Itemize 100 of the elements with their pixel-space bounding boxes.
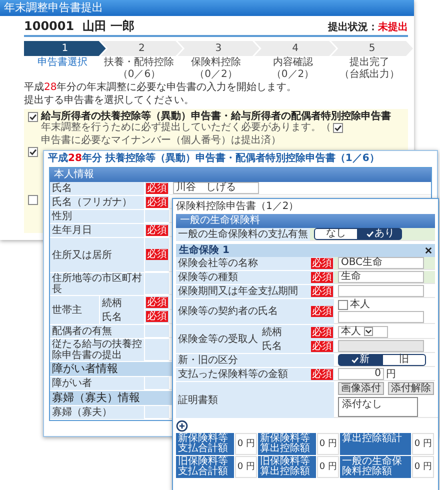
- summary-label: 一般の生命保険料控除額: [340, 456, 411, 478]
- summary-label: 旧保険料等支払合計額: [176, 456, 234, 478]
- field-label: 氏名: [50, 182, 145, 195]
- toggle-option[interactable]: なし: [314, 228, 358, 240]
- text-field[interactable]: [338, 285, 424, 297]
- field-label: 氏名（フリガナ）: [50, 196, 145, 209]
- step-label: 内容確認: [272, 57, 313, 68]
- step-label: 提出完了: [350, 57, 390, 68]
- required-badge: 必須: [146, 311, 168, 322]
- field-label: 支払った保険料等の金額: [176, 368, 310, 381]
- form-title: 平成28年分 扶養控除等（異動）申告書・配偶者特別控除申告書（1／6）: [47, 152, 380, 166]
- section-header: 一般の生命保険料: [176, 214, 435, 228]
- summary-value: 0 円: [317, 456, 339, 478]
- step-count: （0／6）: [118, 69, 161, 80]
- required-badge: 必須: [146, 224, 168, 236]
- field-label: 保険等の種類: [176, 271, 310, 284]
- step-indicator: 1: [24, 41, 106, 56]
- step-label: 扶養・配特控除: [104, 57, 174, 68]
- field-label: 障がい者: [50, 377, 145, 390]
- attachment-button[interactable]: 添付解除: [388, 382, 434, 395]
- text-field[interactable]: 生命: [338, 271, 424, 283]
- field-label: 証明書類: [176, 382, 310, 418]
- employee-name: 100001 山田 一郎: [24, 19, 135, 33]
- field-label: 性別: [50, 210, 145, 223]
- status-label: 提出状況：: [328, 22, 378, 33]
- field-label: 生年月日: [50, 224, 145, 237]
- step-label: 保険料控除: [190, 57, 241, 68]
- step-indicator: 4: [254, 41, 336, 56]
- field-label: 氏名: [100, 310, 145, 324]
- step-count: （台紙出力）: [340, 69, 400, 80]
- required-badge: 必須: [146, 196, 168, 208]
- summary-value: 0 円: [235, 456, 257, 478]
- field-label: 寡婦（寡夫）: [50, 406, 145, 419]
- select-field[interactable]: 本人: [338, 326, 388, 338]
- step-label: 申告書選択: [37, 57, 88, 68]
- summary-label: 算出控除額計: [340, 433, 411, 455]
- summary-label: 新保険料等支払合計額: [176, 433, 234, 455]
- checkbox[interactable]: [333, 123, 343, 133]
- caret-icon: [364, 327, 373, 336]
- required-badge: 必須: [311, 272, 333, 283]
- summary-value: 0 円: [235, 433, 257, 455]
- summary-label: 新保険料等算出控除額: [258, 433, 316, 455]
- section-header: 本人情報: [50, 168, 431, 182]
- checkbox-label: 本人: [350, 299, 370, 310]
- field-label: 一般の生命保険料の支払有無: [176, 228, 310, 241]
- checkbox[interactable]: [338, 300, 348, 310]
- field-label: 新・旧の区分: [176, 354, 310, 367]
- note-text: 申告書に必要なマイナンバー（個人番号）は提出済）: [41, 135, 281, 146]
- section-title: 生命保険 1: [179, 245, 230, 256]
- toggle-option[interactable]: 新: [338, 354, 382, 366]
- text-field[interactable]: OBC生命: [338, 257, 424, 269]
- required-badge: 必須: [146, 297, 168, 308]
- checkbox[interactable]: [28, 195, 38, 205]
- required-badge: 必須: [146, 182, 168, 194]
- window-title: 保険料控除申告書（1／2）: [175, 200, 300, 214]
- amount-field[interactable]: 0: [338, 368, 384, 380]
- required-badge: 必須: [146, 249, 168, 260]
- check-icon: [366, 230, 374, 238]
- field-label: 続柄: [100, 296, 145, 310]
- required-badge: 必須: [311, 340, 333, 352]
- required-badge: 必須: [311, 369, 333, 380]
- attachment-button[interactable]: 画像添付: [338, 382, 384, 395]
- step-indicator: 5: [331, 41, 413, 56]
- required-badge: 必須: [311, 286, 333, 297]
- field-label: 保険期間又は年金支払期間: [176, 285, 310, 298]
- summary-label: 旧保険料等算出控除額: [258, 456, 316, 478]
- field-label: 保険会社等の名称: [176, 257, 310, 270]
- checkbox[interactable]: [28, 147, 38, 157]
- step-indicator: 3: [178, 41, 260, 56]
- check-icon: [350, 356, 358, 364]
- field-label: 配偶者の有無: [50, 325, 145, 338]
- status-value: 未提出: [378, 22, 408, 33]
- text-field[interactable]: [338, 311, 424, 323]
- window-title: 年末調整申告書提出: [0, 0, 414, 16]
- toggle-option[interactable]: 旧: [382, 354, 426, 366]
- field-label: 保険等の契約者の氏名: [176, 299, 310, 324]
- summary-value: 0 円: [317, 433, 339, 455]
- step-count: （0／2）: [271, 69, 314, 80]
- note-text: 年末調整を行うために必ず提出していただく必要があります。（: [41, 122, 331, 133]
- required-badge: 必須: [311, 326, 333, 338]
- field-label: 世帯主: [50, 296, 100, 324]
- field-label: 住所地等の市区町村長: [50, 273, 145, 295]
- checkbox[interactable]: [28, 112, 38, 122]
- summary-value: 0 円: [412, 456, 434, 478]
- step-indicator: 2: [100, 41, 183, 56]
- add-circle-icon[interactable]: [176, 420, 188, 432]
- toggle-option[interactable]: あり: [358, 228, 402, 240]
- unit-label: 円: [386, 368, 396, 380]
- required-badge: 必須: [311, 258, 333, 269]
- form-title: 給与所得者の扶養控除等（異動）申告書・給与所得者の配偶者特別控除申告書: [41, 111, 392, 122]
- attachment-field[interactable]: 添付なし: [338, 397, 418, 417]
- field-label: 続柄: [260, 325, 310, 339]
- step-count: （0／2）: [194, 69, 238, 80]
- text-field[interactable]: 川谷 しげる: [173, 182, 259, 194]
- field-label: 保険金等の受取人: [176, 325, 260, 353]
- close-icon[interactable]: [425, 247, 432, 254]
- intro-text: 平成28年分の年末調整に必要な申告書の入力を開始します。: [24, 82, 298, 93]
- summary-value: 0 円: [412, 433, 434, 455]
- field-label: 氏名: [260, 339, 310, 353]
- field-label: 従たる給与の扶養控除申告書の提出: [50, 339, 145, 361]
